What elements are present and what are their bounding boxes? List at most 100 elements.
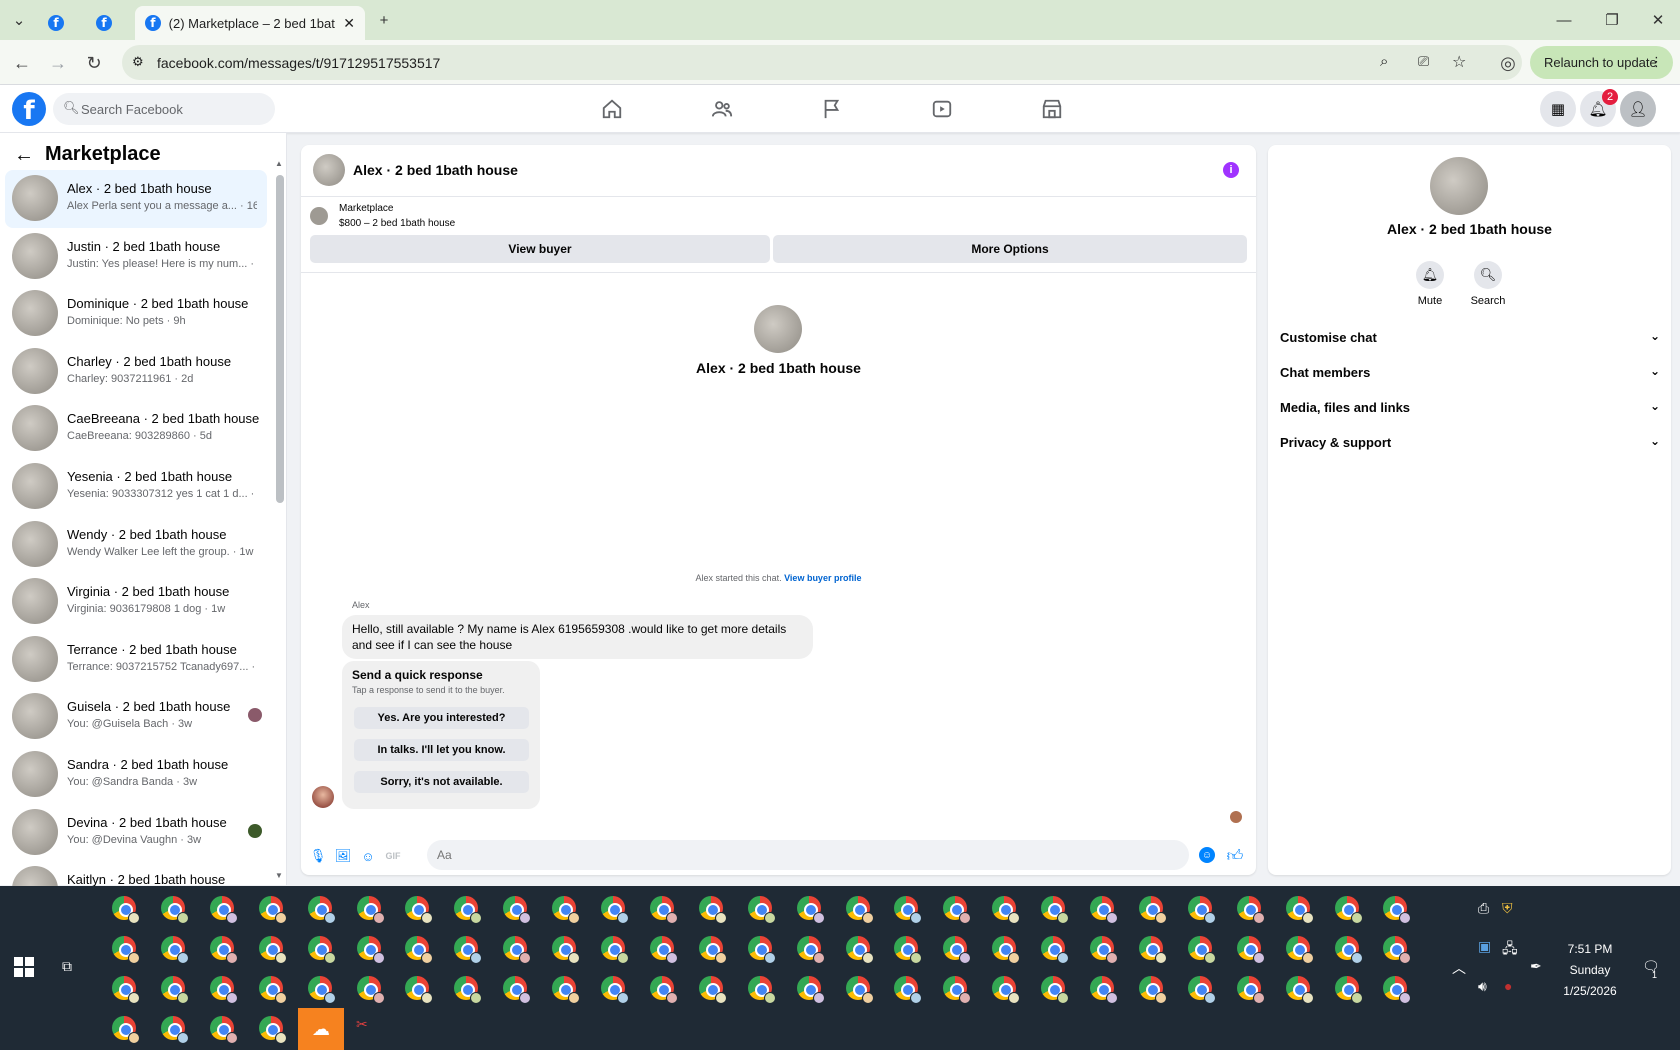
conversation-item[interactable]: Justin · 2 bed 1bath house Justin: Yes pl… [5, 228, 267, 286]
chrome-profile-icon[interactable] [943, 896, 972, 924]
new-tab-icon[interactable]: + [364, 8, 404, 32]
system-clock[interactable]: 7:51 PM Sunday 1/25/2026 [1540, 939, 1640, 1002]
address-bar[interactable]: ⚙ facebook.com/messages/t/91712951755351… [122, 45, 1522, 80]
chrome-profile-icon[interactable] [698, 976, 727, 1004]
chrome-profile-icon[interactable] [1383, 936, 1412, 964]
chrome-profile-icon[interactable] [747, 976, 776, 1004]
chrome-profile-icon[interactable] [454, 976, 483, 1004]
chrome-profile-icon[interactable] [992, 936, 1021, 964]
sticker-icon[interactable]: ☺ [360, 848, 376, 864]
tab-facebook-1[interactable]: f [48, 6, 64, 40]
chrome-profile-icon[interactable] [307, 896, 336, 924]
chrome-profile-icon[interactable] [209, 936, 238, 964]
search-button[interactable]: 🔍︎ Search [1458, 261, 1518, 307]
thumbs-up-icon[interactable]: 👍︎ [1227, 848, 1244, 865]
close-window-icon[interactable]: ✕ [1638, 8, 1678, 32]
chat-title[interactable]: Alex · 2 bed 1bath house [353, 162, 518, 178]
view-buyer-profile-link[interactable]: View buyer profile [784, 573, 861, 583]
conversation-item[interactable]: Charley · 2 bed 1bath house Charley: 9037… [5, 343, 267, 401]
snipping-tool-icon[interactable]: ✂ [356, 1016, 368, 1033]
chrome-profile-icon[interactable] [552, 896, 581, 924]
chrome-profile-icon[interactable] [552, 936, 581, 964]
chrome-profile-icon[interactable] [698, 936, 727, 964]
conversation-item[interactable]: Sandra · 2 bed 1bath house You: @Sandra B… [5, 746, 267, 804]
chrome-profile-icon[interactable] [1334, 896, 1363, 924]
security-shield-icon[interactable]: ⛨ [1502, 900, 1513, 917]
conversation-item[interactable]: Virginia · 2 bed 1bath house Virginia: 90… [5, 573, 267, 631]
chrome-profile-icon[interactable] [1383, 896, 1412, 924]
chrome-profile-icon[interactable] [356, 936, 385, 964]
sidebar-scrollbar[interactable] [276, 175, 284, 503]
tab-search-chevron-icon[interactable]: ⌄ [0, 8, 38, 32]
video-icon[interactable] [928, 95, 956, 123]
chrome-profile-icon[interactable] [1187, 896, 1216, 924]
chrome-profile-icon[interactable] [1334, 976, 1363, 1004]
chrome-profile-icon[interactable] [112, 976, 140, 1004]
chrome-profile-icon[interactable] [503, 976, 532, 1004]
chrome-profile-icon[interactable] [1236, 936, 1265, 964]
chrome-profile-icon[interactable] [209, 896, 238, 924]
chrome-profile-icon[interactable] [454, 896, 483, 924]
quick-reply-button[interactable]: Sorry, it's not available. [354, 771, 529, 793]
chrome-profile-icon[interactable] [258, 1016, 287, 1044]
chrome-profile-icon[interactable] [160, 896, 189, 924]
chrome-profile-icon[interactable] [698, 896, 727, 924]
account-avatar[interactable]: 👤︎ [1620, 91, 1656, 127]
chrome-profile-icon[interactable] [1090, 936, 1118, 964]
conversation-item[interactable]: Wendy · 2 bed 1bath house Wendy Walker Le… [5, 516, 267, 574]
notification-center-icon[interactable]: 🗨︎ [1642, 958, 1660, 975]
chrome-profile-icon[interactable] [601, 896, 629, 924]
view-buyer-button[interactable]: View buyer [310, 235, 770, 263]
chrome-profile-icon[interactable] [503, 936, 532, 964]
chrome-profile-icon[interactable] [649, 976, 678, 1004]
chrome-profile-icon[interactable] [845, 896, 874, 924]
microphone-icon[interactable]: 🎙︎ [310, 848, 327, 864]
task-view-icon[interactable]: ⧉ [62, 958, 72, 975]
chrome-profile-icon[interactable] [796, 936, 825, 964]
chrome-profile-icon[interactable] [1041, 976, 1070, 1004]
chrome-profile-icon[interactable] [1041, 936, 1070, 964]
chrome-profile-icon[interactable] [601, 976, 629, 1004]
info-icon[interactable]: i [1223, 162, 1239, 178]
profile-icon[interactable]: ◎ [1496, 51, 1520, 75]
chrome-profile-icon[interactable] [1138, 896, 1167, 924]
conversation-item[interactable]: Dominique · 2 bed 1bath house Dominique: … [5, 285, 267, 343]
facebook-logo[interactable]: f [12, 92, 46, 126]
chrome-profile-icon[interactable] [1138, 976, 1167, 1004]
bookmark-star-icon[interactable]: ☆ [1452, 52, 1466, 72]
chrome-profile-icon[interactable] [405, 976, 434, 1004]
chrome-profile-icon[interactable] [258, 936, 287, 964]
chrome-profile-icon[interactable] [1383, 976, 1412, 1004]
chrome-profile-icon[interactable] [1236, 976, 1265, 1004]
quick-reply-button[interactable]: In talks. I'll let you know. [354, 739, 529, 761]
chrome-profile-icon[interactable] [796, 896, 825, 924]
chrome-profile-icon[interactable] [894, 976, 923, 1004]
menu-grid-icon[interactable]: ▦ [1540, 91, 1576, 127]
message-input[interactable] [427, 840, 1189, 870]
home-icon[interactable] [598, 95, 626, 123]
chrome-profile-icon[interactable] [160, 1016, 189, 1044]
chrome-profile-icon[interactable] [1187, 976, 1216, 1004]
chrome-profile-icon[interactable] [405, 936, 434, 964]
chrome-profile-icon[interactable] [1041, 896, 1070, 924]
zoom-icon[interactable]: ⌕ [1380, 53, 1388, 70]
chrome-profile-icon[interactable] [1285, 976, 1314, 1004]
facebook-search-input[interactable]: 🔍︎ Search Facebook [53, 93, 275, 125]
customise-chat-section[interactable]: Customise chat ⌄ [1280, 320, 1660, 355]
network-icon[interactable]: 🖧︎ [1502, 938, 1518, 962]
chrome-profile-icon[interactable] [209, 1016, 238, 1044]
site-info-icon[interactable]: ⚙ [132, 54, 144, 70]
minimize-icon[interactable]: — [1544, 8, 1584, 32]
pages-flag-icon[interactable] [818, 95, 846, 123]
chrome-profile-icon[interactable] [1236, 896, 1265, 924]
chrome-profile-icon[interactable] [894, 896, 923, 924]
chrome-profile-icon[interactable] [1285, 896, 1314, 924]
restore-icon[interactable]: ❐ [1592, 8, 1632, 32]
quick-reply-button[interactable]: Yes. Are you interested? [354, 707, 529, 729]
chrome-profile-icon[interactable] [258, 896, 287, 924]
chrome-profile-icon[interactable] [160, 936, 189, 964]
chrome-profile-icon[interactable] [649, 896, 678, 924]
back-arrow-icon[interactable]: ← [10, 51, 34, 75]
chrome-profile-icon[interactable] [649, 936, 678, 964]
chrome-profile-icon[interactable] [356, 896, 385, 924]
